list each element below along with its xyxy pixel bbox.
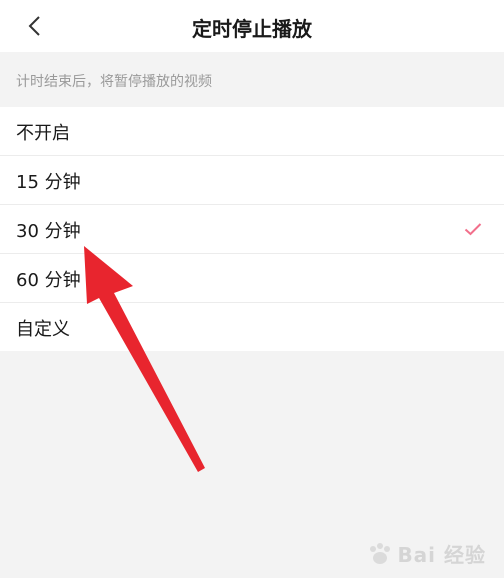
hint-text: 计时结束后，将暂停播放的视频 [16,74,212,90]
option-30-min[interactable]: 30 分钟 [0,205,504,254]
option-label: 15 分钟 [16,172,81,193]
page-title: 定时停止播放 [192,17,312,41]
option-label: 60 分钟 [16,270,81,291]
option-custom[interactable]: 自定义 [0,303,504,351]
option-label: 不开启 [16,123,70,144]
paw-icon [370,542,391,564]
option-label: 自定义 [16,319,70,340]
check-icon [464,223,482,236]
watermark: Bai 经验 [367,539,486,568]
option-label: 30 分钟 [16,221,81,242]
watermark-text: Bai 经验 [397,543,486,567]
option-60-min[interactable]: 60 分钟 [0,254,504,303]
timer-options-list: 不开启 15 分钟 30 分钟 60 分钟 自定义 [0,107,504,351]
option-off[interactable]: 不开启 [0,107,504,156]
hint-bar: 计时结束后，将暂停播放的视频 [0,52,504,107]
option-15-min[interactable]: 15 分钟 [0,156,504,205]
nav-header: 定时停止播放 [0,0,504,52]
